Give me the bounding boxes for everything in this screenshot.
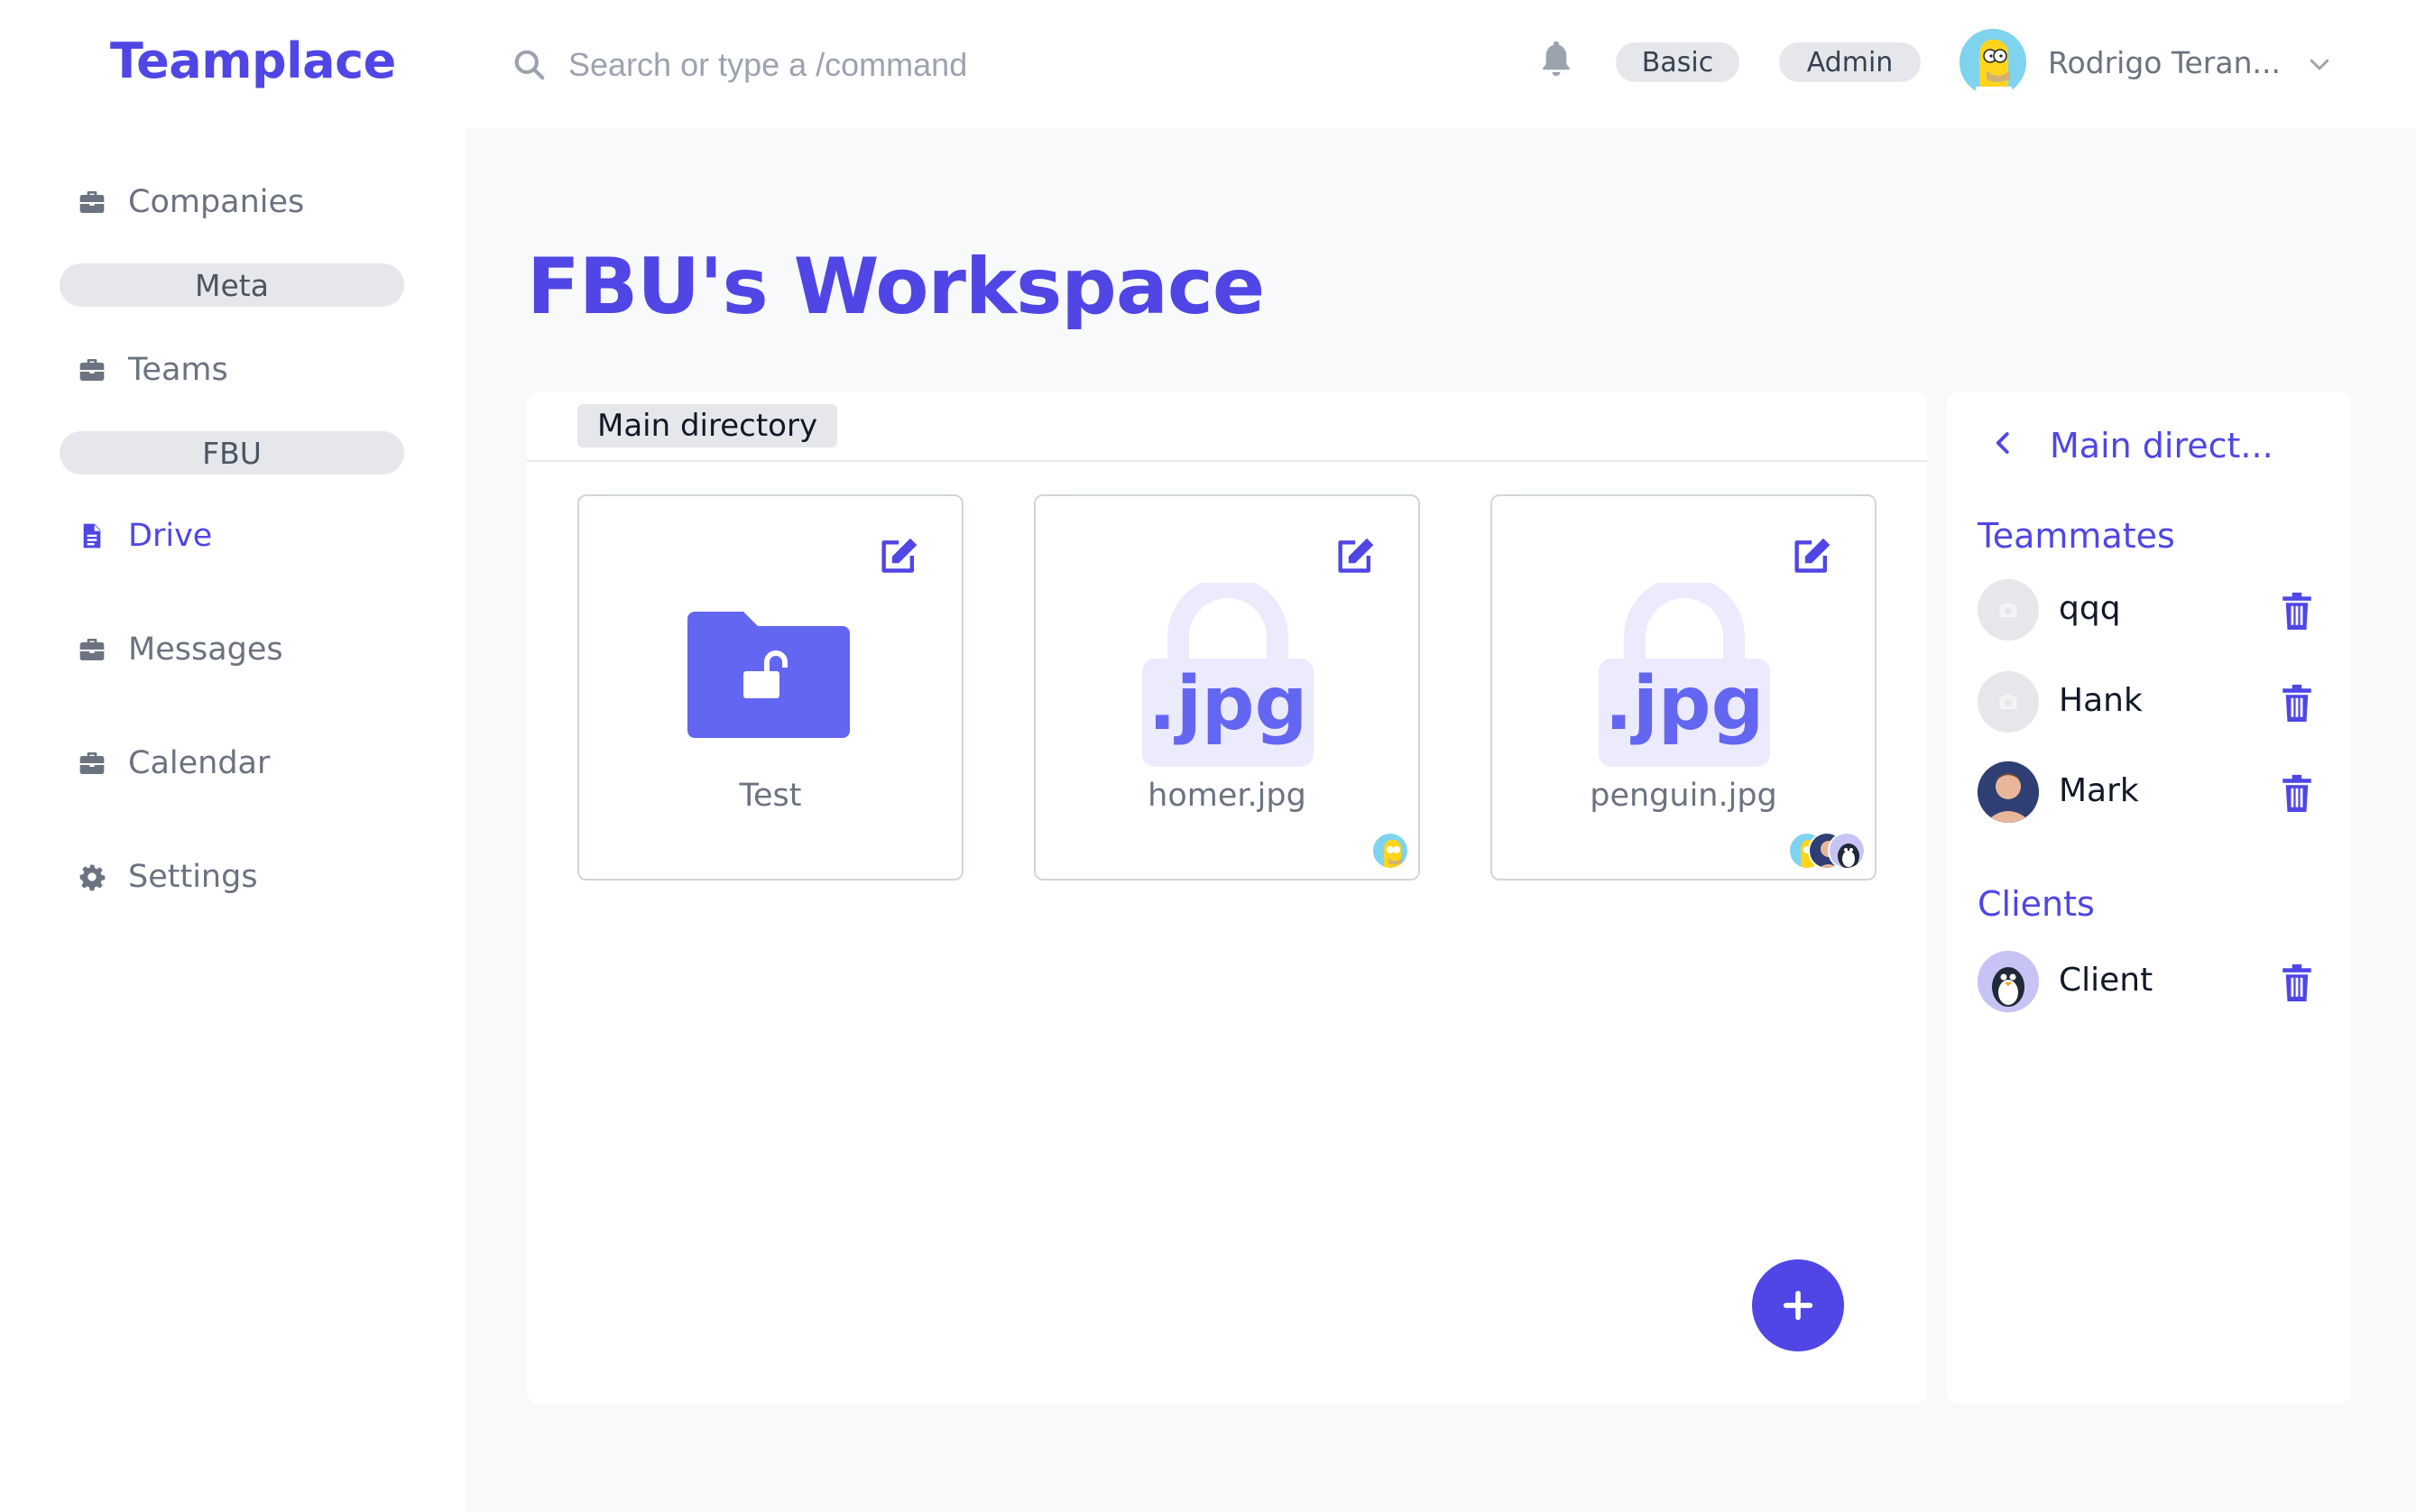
sidebar-item-label: Teams: [128, 352, 228, 388]
teammate-row: qqq: [1978, 579, 2338, 642]
sidebar: Companies Meta Teams FBU Drive Messages …: [0, 128, 466, 1512]
trash-icon[interactable]: [2281, 592, 2313, 630]
file-name: Test: [739, 778, 802, 814]
trash-icon[interactable]: [2281, 774, 2313, 812]
sidebar-item-label: Drive: [128, 518, 213, 554]
chevron-left-icon[interactable]: [1990, 428, 2017, 458]
file-card-penguin[interactable]: .jpg penguin.jpg: [1490, 494, 1877, 880]
gear-icon: [79, 864, 106, 891]
user-name[interactable]: Rodrigo Teran...: [2048, 45, 2281, 80]
team-pill-fbu[interactable]: FBU: [60, 431, 404, 475]
sidebar-item-label: Companies: [128, 184, 305, 220]
avatar: [1978, 761, 2039, 823]
teammate-name: Hank: [2059, 682, 2143, 719]
edit-icon[interactable]: [1335, 536, 1379, 576]
svg-text:.jpg: .jpg: [1148, 661, 1308, 747]
teammate-name: Mark: [2059, 772, 2139, 809]
avatar: [1371, 832, 1409, 870]
directory-title[interactable]: Main direct...: [2050, 426, 2273, 466]
directory-members-panel: Main direct... Teammates qqq Hank Mark C…: [1947, 392, 2351, 1404]
file-name: homer.jpg: [1148, 778, 1306, 814]
jpg-file-icon: .jpg: [1599, 583, 1770, 767]
company-pill-meta[interactable]: Meta: [60, 263, 404, 307]
sidebar-item-label: Settings: [128, 859, 258, 895]
client-name: Client: [2059, 962, 2153, 999]
briefcase-icon: [79, 752, 105, 774]
teammate-name: qqq: [2059, 590, 2121, 627]
folder-unlocked-icon: [687, 612, 850, 738]
role-badge-basic[interactable]: Basic: [1616, 42, 1739, 82]
role-badge-admin[interactable]: Admin: [1779, 42, 1921, 82]
avatar: [1978, 671, 2039, 733]
sidebar-item-label: Messages: [128, 632, 283, 668]
avatar: [1828, 832, 1866, 870]
trash-icon[interactable]: [2281, 684, 2313, 722]
client-row: Client: [1978, 951, 2338, 1014]
file-name: penguin.jpg: [1590, 778, 1777, 814]
sidebar-item-teams[interactable]: Teams: [78, 352, 228, 388]
briefcase-icon: [79, 639, 105, 660]
app-logo[interactable]: Teamplace: [110, 32, 396, 89]
sidebar-item-messages[interactable]: Messages: [78, 632, 283, 668]
sidebar-item-companies[interactable]: Companies: [78, 184, 304, 220]
bell-icon[interactable]: [1537, 38, 1575, 79]
camera-icon: [1999, 694, 2017, 710]
plus-icon: [1783, 1290, 1813, 1321]
user-avatar[interactable]: [1960, 29, 2026, 96]
file-card-test[interactable]: Test: [577, 494, 964, 880]
sidebar-item-drive[interactable]: Drive: [78, 518, 212, 554]
teammates-heading: Teammates: [1978, 516, 2175, 556]
drive-panel: Main directory Test .jpg homer.jpg .jpg …: [527, 392, 1927, 1404]
briefcase-icon: [79, 191, 105, 213]
sidebar-item-calendar[interactable]: Calendar: [78, 745, 270, 781]
add-file-button[interactable]: [1752, 1259, 1844, 1351]
edit-icon[interactable]: [1792, 536, 1835, 576]
page-title: FBU's Workspace: [527, 242, 1265, 332]
divider: [527, 460, 1927, 462]
camera-icon: [1999, 602, 2017, 618]
jpg-file-icon: .jpg: [1142, 583, 1314, 767]
search-input[interactable]: [568, 46, 1110, 84]
teammate-row: Mark: [1978, 761, 2338, 825]
shared-avatars: [1788, 832, 1866, 870]
teammate-row: Hank: [1978, 671, 2338, 734]
file-card-homer[interactable]: .jpg homer.jpg: [1034, 494, 1420, 880]
trash-icon[interactable]: [2281, 963, 2313, 1001]
clients-heading: Clients: [1978, 884, 2095, 924]
avatar: [1978, 951, 2039, 1012]
briefcase-icon: [79, 359, 105, 381]
svg-text:.jpg: .jpg: [1605, 661, 1765, 747]
tab-main-directory[interactable]: Main directory: [577, 404, 838, 447]
edit-icon[interactable]: [879, 536, 922, 576]
sidebar-item-label: Calendar: [128, 745, 271, 781]
top-header: Teamplace Basic Admin Rodrigo Teran...: [0, 0, 2416, 128]
avatar: [1978, 579, 2039, 641]
search-icon: [514, 50, 545, 80]
document-icon: [83, 523, 101, 549]
chevron-down-icon[interactable]: [2306, 51, 2333, 78]
sidebar-item-settings[interactable]: Settings: [78, 859, 258, 895]
search-bar[interactable]: [512, 40, 1144, 90]
shared-avatars: [1371, 832, 1409, 870]
